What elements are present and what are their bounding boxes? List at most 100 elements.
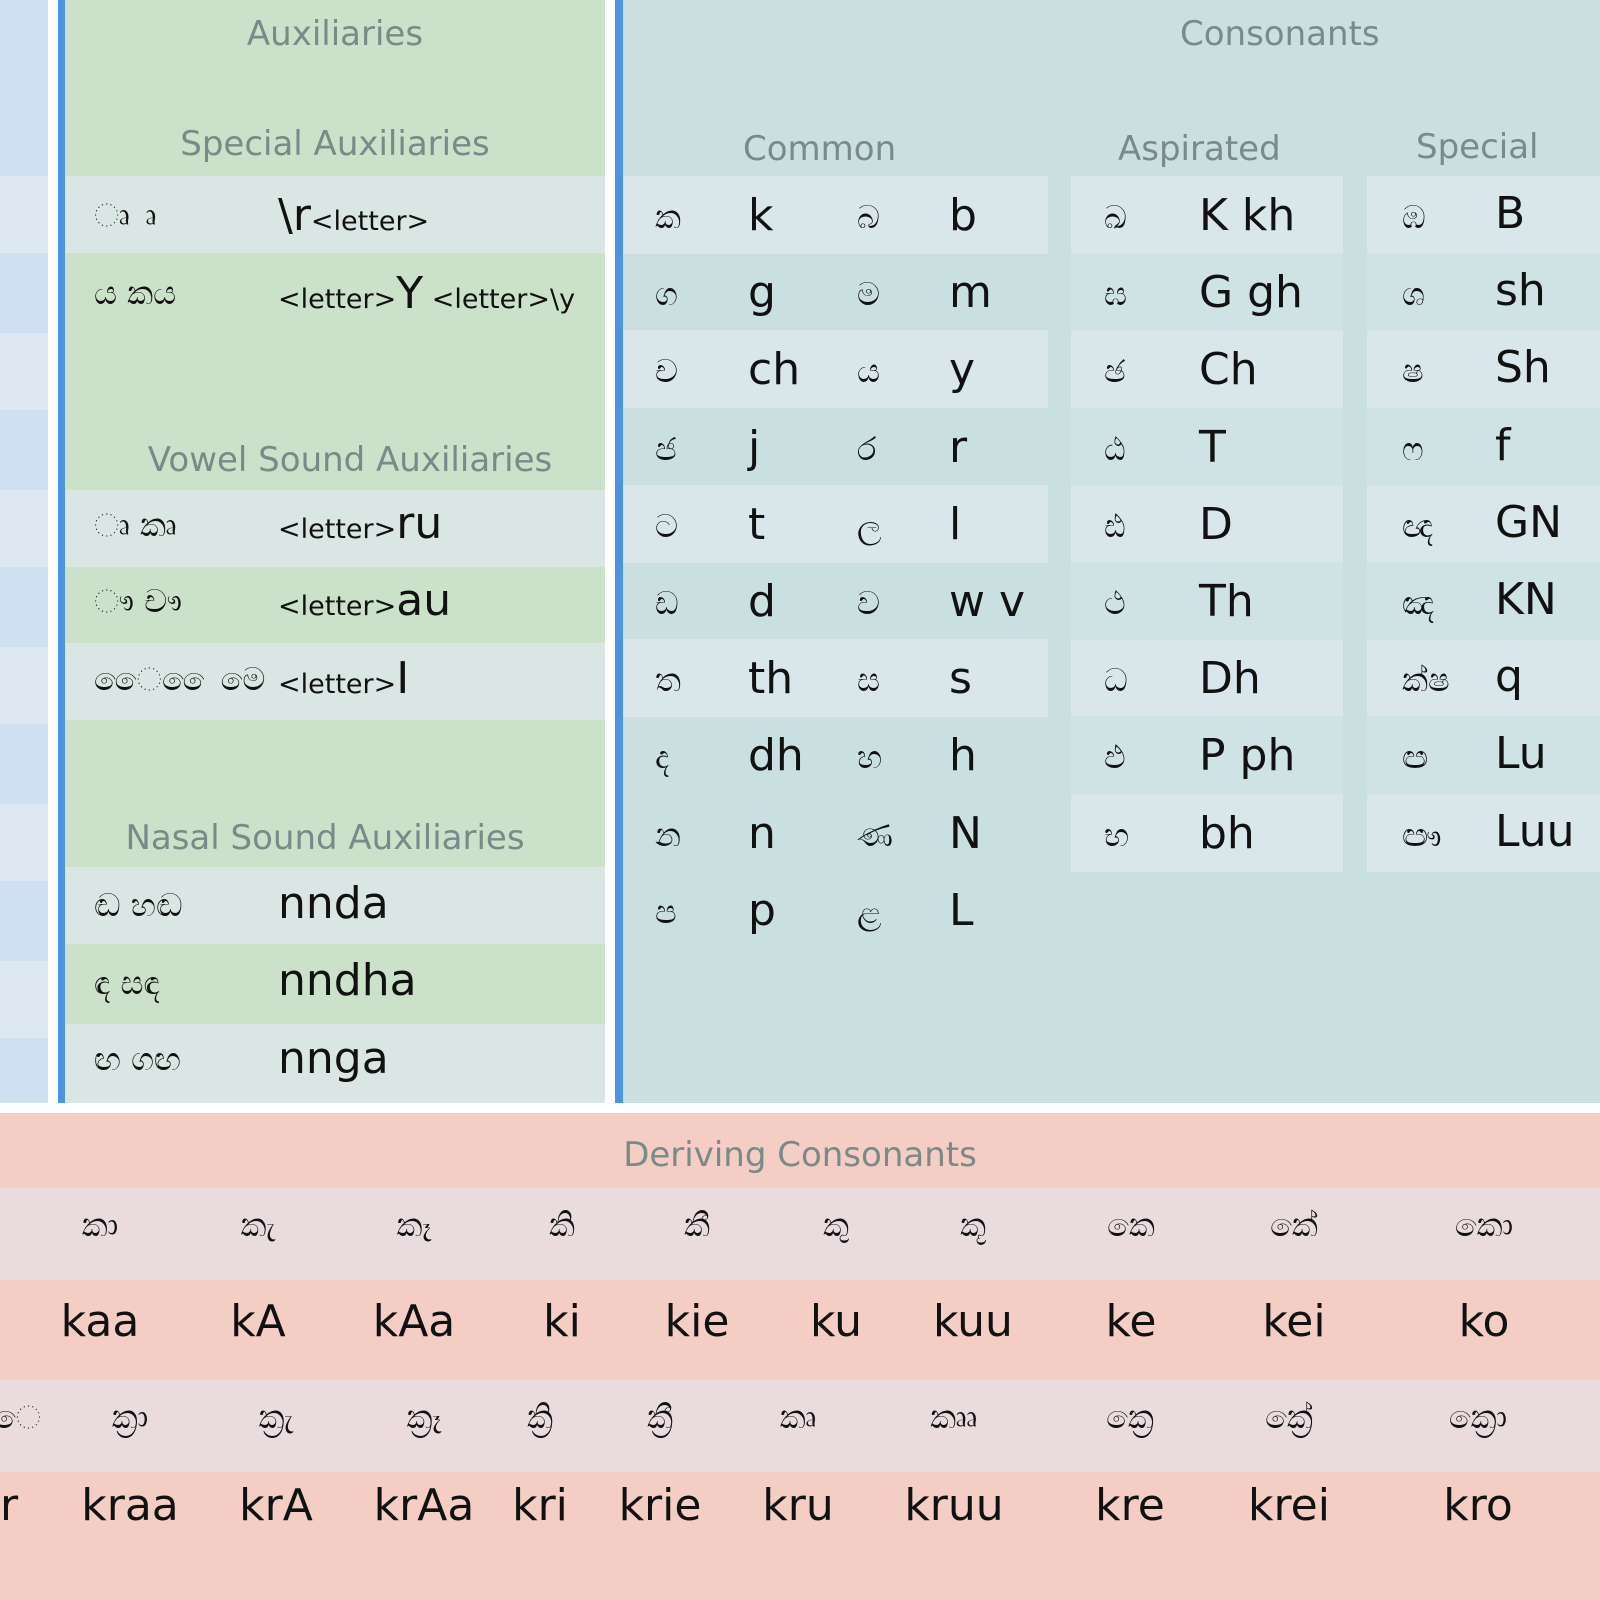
- deriving-latin: krie: [618, 1480, 702, 1531]
- aux-pattern-prefix: <letter>: [278, 591, 397, 622]
- deriving-latin: kie: [664, 1296, 730, 1347]
- aux-latin: nndha: [278, 955, 417, 1006]
- common-sinhala: ළ: [857, 892, 882, 931]
- aux-pattern-suffix: Y: [396, 268, 424, 319]
- common-sinhala: ත: [655, 661, 681, 700]
- consonant-row-bg: [623, 639, 1048, 718]
- aux-sinhala: ඳ සඳ: [94, 964, 160, 1002]
- special-latin: f: [1495, 419, 1511, 471]
- aspirated-sinhala: ධ: [1104, 661, 1128, 700]
- common-sinhala: ර: [857, 429, 877, 468]
- aspirated-latin: Ch: [1199, 344, 1258, 396]
- deriving-latin: kre: [1095, 1480, 1165, 1531]
- special-latin: GN: [1495, 496, 1563, 548]
- common-sinhala: ණ: [857, 815, 893, 854]
- special-sinhala: ෆ: [1402, 429, 1424, 468]
- auxiliaries-title: Auxiliaries: [246, 14, 424, 54]
- special-latin: Luu: [1495, 805, 1575, 857]
- common-sinhala: ය: [857, 352, 881, 391]
- common-sinhala: ක: [655, 198, 681, 236]
- common-sinhala: බ: [857, 198, 880, 236]
- deriving-latin: kru: [762, 1480, 834, 1531]
- special-sinhala: ඤ: [1402, 584, 1435, 622]
- left-edge-band: [0, 961, 48, 1038]
- common-latin: t: [748, 498, 766, 550]
- aspirated-latin: K kh: [1199, 190, 1296, 241]
- common-latin: b: [949, 190, 977, 241]
- common-sinhala: හ: [857, 738, 883, 777]
- common-sinhala: ට: [655, 506, 679, 545]
- aspirated-title: Aspirated: [1118, 129, 1281, 169]
- common-latin: s: [949, 653, 972, 705]
- aspirated-latin: Th: [1199, 576, 1254, 627]
- common-latin: m: [949, 267, 992, 319]
- aux-pattern-suffix: au: [396, 575, 452, 626]
- aspirated-sinhala: ඨ: [1104, 429, 1126, 468]
- deriving-sinhala: කී: [684, 1206, 710, 1244]
- deriving-latin: kei: [1262, 1296, 1326, 1347]
- special-sinhala: ශ: [1402, 275, 1425, 314]
- deriving-latin: kA: [230, 1296, 286, 1347]
- aux-pattern-prefix: <letter>: [278, 284, 397, 315]
- common-latin: g: [748, 267, 776, 319]
- special-sinhala: ෂ: [1402, 352, 1424, 391]
- deriving-latin: krei: [1248, 1480, 1330, 1531]
- deriving-latin: kraa: [81, 1480, 179, 1531]
- deriving-sinhala: ක්‍රා: [111, 1398, 149, 1436]
- aspirated-sinhala: ඛ: [1104, 198, 1127, 236]
- deriving-sinhala: කෲ: [930, 1398, 978, 1436]
- common-latin: n: [748, 807, 776, 859]
- aux-pattern: \r<letter>: [278, 190, 429, 241]
- aux-latin: nnda: [278, 878, 389, 929]
- deriving-latin: ku: [809, 1296, 862, 1347]
- deriving-latin: kruu: [904, 1480, 1004, 1531]
- common-sinhala: න: [655, 815, 681, 854]
- deriving-latin: kro: [1443, 1480, 1513, 1531]
- aux-pattern: <letter>Y <letter>\y: [278, 268, 575, 319]
- aux-sinhala: ෘ කෘ: [94, 506, 177, 544]
- special-latin: Lu: [1495, 728, 1547, 780]
- common-latin: r: [949, 421, 968, 473]
- aux-sinhala: ෛ ෛමෙ: [94, 660, 266, 698]
- aspirated-latin: D: [1199, 498, 1233, 550]
- common-latin: N: [949, 807, 982, 859]
- special-sinhala: ඹ: [1402, 198, 1426, 236]
- deriving-sinhala: ක්‍රෙ: [1106, 1398, 1154, 1436]
- deriving-sinhala: කැ: [240, 1206, 276, 1244]
- aux-pattern-prefix: \r: [278, 190, 311, 241]
- special-sinhala: ඥ: [1402, 506, 1434, 545]
- aux-sinhala: ෘ ෘ: [94, 196, 157, 234]
- common-latin: p: [748, 884, 776, 936]
- deriving-latin: kaa: [60, 1296, 140, 1347]
- aux-pattern: <letter>ru: [278, 498, 442, 549]
- deriving-latin: ko: [1458, 1296, 1510, 1347]
- common-latin: y: [949, 344, 976, 396]
- aspirated-sinhala: ඪ: [1104, 506, 1126, 545]
- common-sinhala: ප: [655, 892, 677, 931]
- common-latin: k: [748, 190, 774, 241]
- aux-latin: nnga: [278, 1033, 389, 1084]
- left-edge-band: [0, 490, 48, 567]
- aux-sinhala: ය කය: [94, 274, 177, 312]
- aux-pattern-prefix: <letter>: [278, 669, 397, 700]
- deriving-sinhala: කූ: [960, 1206, 986, 1244]
- consonants-title: Consonants: [1180, 14, 1380, 54]
- aspirated-sinhala: ඵ: [1104, 738, 1126, 777]
- common-latin: j: [748, 421, 761, 473]
- aux-sinhala: ඬ හඬ: [94, 886, 183, 924]
- deriving-latin-partial: r: [0, 1480, 19, 1531]
- nasal-auxiliaries-title: Nasal Sound Auxiliaries: [125, 818, 525, 858]
- common-sinhala: ස: [857, 661, 881, 700]
- aux-pattern-suffix: ru: [396, 498, 443, 549]
- common-sinhala: ඩ: [655, 584, 679, 622]
- deriving-sinhala: කෑ: [396, 1206, 432, 1244]
- common-latin: d: [748, 576, 776, 627]
- special-latin: Sh: [1495, 342, 1551, 394]
- aspirated-latin: T: [1199, 421, 1226, 473]
- deriving-sinhala: ක්‍රේ: [1265, 1398, 1313, 1436]
- deriving-latin: kuu: [933, 1296, 1013, 1347]
- common-sinhala: ල: [857, 506, 882, 545]
- aux-sinhala: ෟ චෟ: [94, 582, 182, 620]
- common-latin: L: [949, 884, 974, 936]
- common-latin: ch: [748, 344, 801, 396]
